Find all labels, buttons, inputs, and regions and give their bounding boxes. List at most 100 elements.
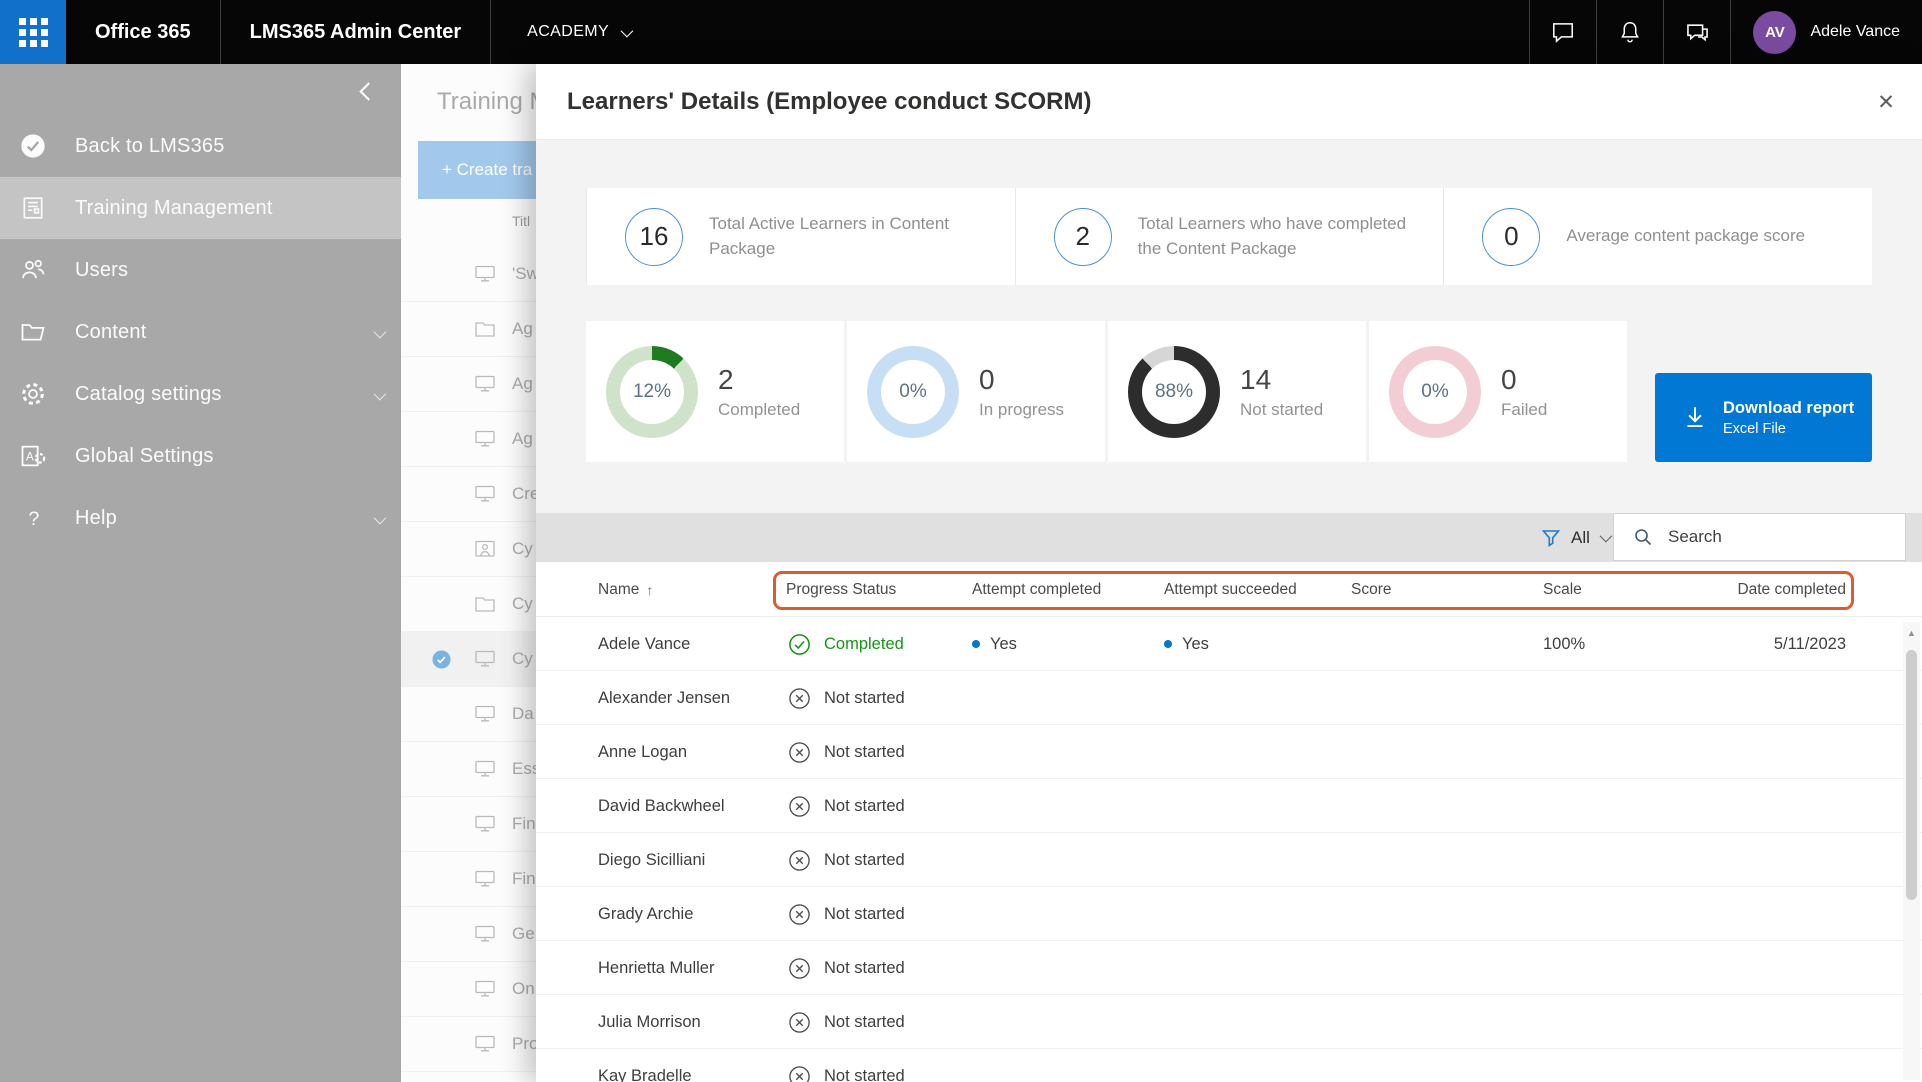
stat-label: Total Learners who have completed the Co…	[1138, 212, 1414, 261]
chat-button[interactable]	[1530, 0, 1596, 64]
background-list-row[interactable]: Pro	[401, 1017, 536, 1072]
sidebar-item-icon: A ?	[18, 131, 48, 161]
app-launcher-button[interactable]	[0, 0, 66, 64]
sidebar-item[interactable]: A ? Help	[0, 487, 401, 549]
column-header-score[interactable]: Score	[1351, 562, 1392, 617]
learner-row[interactable]: Diego Sicilliani Not started	[536, 833, 1922, 887]
row-title-fragment: Cy	[512, 539, 533, 559]
highlight-outline	[773, 571, 1854, 610]
feedback-icon	[1684, 19, 1711, 46]
sidebar-item[interactable]: A ? Training Management	[0, 177, 401, 239]
scroll-up-arrow[interactable]: ▲	[1903, 622, 1920, 638]
background-list-row[interactable]: Cre	[401, 467, 536, 522]
background-list-row[interactable]: Ag	[401, 357, 536, 412]
attempt-succeeded-cell: Yes	[1164, 617, 1209, 671]
learner-row[interactable]: Alexander Jensen Not started	[536, 671, 1922, 725]
sidebar-item-icon: A ?	[18, 379, 48, 409]
admin-center-title[interactable]: LMS365 Admin Center	[221, 21, 491, 44]
progress-status-cell: Not started	[788, 1049, 905, 1082]
sidebar-item-label: Catalog settings	[75, 383, 222, 406]
table-header: Name ↑ Progress Status Attempt completed…	[536, 562, 1922, 617]
date-completed-cell: 5/11/2023	[1774, 617, 1846, 671]
background-list-row[interactable]: Ge	[401, 907, 536, 962]
learner-name: Kay Bradelle	[598, 1049, 692, 1082]
sidebar-collapse-button[interactable]	[357, 80, 379, 102]
sidebar-item[interactable]: A ? Global Settings	[0, 425, 401, 487]
learner-row[interactable]: Adele Vance Completed Yes Yes 100% 5/11/…	[536, 617, 1922, 671]
background-list-row[interactable]: Da	[401, 687, 536, 742]
tenant-selector[interactable]: ACADEMY	[507, 23, 650, 41]
learner-row[interactable]: Kay Bradelle Not started	[536, 1049, 1922, 1082]
close-button[interactable]: ✕	[1872, 90, 1900, 118]
progress-status-cell: Not started	[788, 779, 905, 833]
background-list-row[interactable]: Cy	[401, 577, 536, 632]
sidebar-item[interactable]: A ? Catalog settings	[0, 363, 401, 425]
create-training-button[interactable]: + Create tra	[418, 141, 536, 199]
chevron-down-icon	[621, 24, 634, 37]
not-started-x-icon	[788, 795, 811, 818]
background-list-row[interactable]: Cy	[401, 632, 536, 687]
learner-row[interactable]: Julia Morrison Not started	[536, 995, 1922, 1049]
sidebar-item[interactable]: A ? Users	[0, 239, 401, 301]
search-input[interactable]	[1666, 526, 1870, 548]
background-list-row[interactable]: Ag	[401, 302, 536, 357]
learner-row[interactable]: Anne Logan Not started	[536, 725, 1922, 779]
column-header-progress-status[interactable]: Progress Status	[786, 562, 896, 617]
row-type-icon	[475, 705, 495, 723]
not-started-x-icon	[788, 687, 811, 710]
donut-percent: 88%	[1155, 381, 1193, 403]
column-header-name[interactable]: Name ↑	[598, 562, 653, 617]
download-title: Download report	[1723, 399, 1854, 418]
progress-donuts: 12% 2 Completed 0% 0 In progress	[586, 321, 1630, 462]
avatar[interactable]: AV	[1753, 11, 1796, 54]
column-header-attempt-completed[interactable]: Attempt completed	[972, 562, 1101, 617]
background-list-row[interactable]: Ag	[401, 412, 536, 467]
learner-row[interactable]: Henrietta Muller Not started	[536, 941, 1922, 995]
background-list-row[interactable]: Cy	[401, 522, 536, 577]
sort-ascending-icon: ↑	[646, 582, 653, 598]
download-report-button[interactable]: Download report Excel File	[1655, 373, 1872, 462]
column-header-date-completed[interactable]: Date completed	[1737, 562, 1846, 617]
waffle-icon	[19, 18, 48, 47]
panel-title: Learners' Details (Employee conduct SCOR…	[567, 88, 1092, 116]
background-list-row[interactable]: Ess	[401, 742, 536, 797]
row-type-icon	[475, 815, 495, 833]
stat-value: 2	[1054, 208, 1112, 266]
scrollbar-thumb[interactable]	[1906, 650, 1917, 900]
background-list-row[interactable]: Fin	[401, 852, 536, 907]
sidebar-item[interactable]: A ? Content	[0, 301, 401, 363]
not-started-x-icon	[788, 1011, 811, 1034]
sidebar-item-label: Back to LMS365	[75, 135, 225, 158]
background-list-row[interactable]: Fin	[401, 797, 536, 852]
learner-row[interactable]: David Backwheel Not started	[536, 779, 1922, 833]
filter-dropdown[interactable]: All	[1541, 513, 1609, 562]
not-started-x-icon	[788, 741, 811, 764]
learner-name: Anne Logan	[598, 725, 687, 779]
background-list-row[interactable]: On	[401, 962, 536, 1017]
column-header-scale[interactable]: Scale	[1543, 562, 1582, 617]
user-name[interactable]: Adele Vance	[1810, 23, 1900, 41]
progress-status-cell: Not started	[788, 833, 905, 887]
row-title-fragment: Ag	[512, 429, 533, 449]
table-scrollbar[interactable]: ▲	[1903, 622, 1920, 1080]
learner-name: Grady Archie	[598, 887, 693, 941]
background-list-row[interactable]: 'Sw	[401, 247, 536, 302]
progress-donut-card: 0% 0 In progress	[847, 321, 1105, 462]
notifications-button[interactable]	[1597, 0, 1663, 64]
column-header-attempt-succeeded[interactable]: Attempt succeeded	[1164, 562, 1297, 617]
learner-row[interactable]: Grady Archie Not started	[536, 887, 1922, 941]
row-type-icon	[475, 1035, 495, 1053]
row-type-icon	[475, 650, 495, 668]
progress-status-label: Not started	[824, 797, 905, 816]
feedback-button[interactable]	[1664, 0, 1730, 64]
svg-text:A: A	[26, 451, 34, 464]
row-title-fragment: Ag	[512, 374, 533, 394]
donut-count: 0	[979, 364, 1064, 396]
office365-brand[interactable]: Office 365	[66, 21, 220, 44]
sidebar-item-icon: A ?	[18, 255, 48, 285]
not-started-x-icon	[788, 849, 811, 872]
donut-percent: 0%	[1421, 381, 1448, 403]
donut-chart: 0%	[1389, 346, 1481, 438]
row-title-fragment: Fin	[512, 814, 536, 834]
sidebar-item[interactable]: A ? Back to LMS365	[0, 115, 401, 177]
